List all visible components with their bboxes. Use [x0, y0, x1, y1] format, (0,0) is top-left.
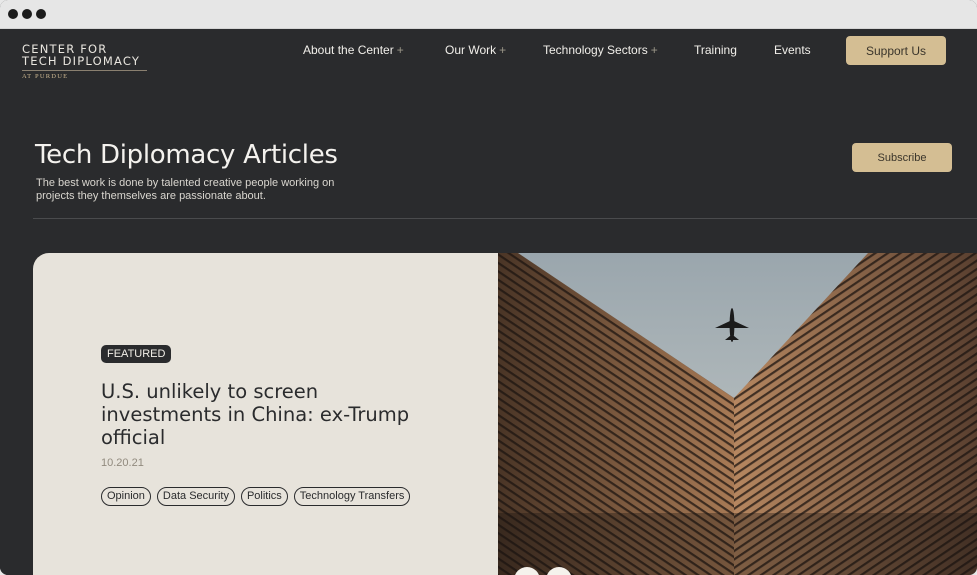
nav-item-training[interactable]: Training	[694, 43, 737, 57]
window-minimize-dot[interactable]	[22, 9, 32, 19]
featured-image	[498, 253, 977, 575]
support-us-button[interactable]: Support Us	[846, 36, 946, 65]
tag-opinion[interactable]: Opinion	[101, 487, 151, 506]
tag-data-security[interactable]: Data Security	[156, 487, 235, 506]
plus-icon: +	[499, 43, 507, 57]
plus-icon: +	[396, 43, 404, 57]
section-divider	[33, 218, 977, 219]
nav-item-our-work[interactable]: Our Work +	[445, 43, 506, 57]
nav-item-technology-sectors[interactable]: Technology Sectors +	[543, 43, 658, 57]
featured-headline[interactable]: U.S. unlikely to screen investments in C…	[101, 380, 441, 449]
tag-politics[interactable]: Politics	[240, 487, 288, 506]
nav-item-label: Events	[774, 43, 811, 57]
nav-item-label: Technology Sectors	[543, 43, 648, 57]
logo-rule	[22, 70, 147, 71]
logo-line-3: AT PURDUE	[22, 73, 69, 80]
window-titlebar	[0, 0, 977, 29]
window-close-dot[interactable]	[8, 9, 18, 19]
tag-technology-transfers[interactable]: Technology Transfers	[293, 487, 411, 506]
plus-icon: +	[650, 43, 658, 57]
tag-list: Opinion Data Security Politics Technolog…	[101, 487, 411, 506]
nav-item-label: Training	[694, 43, 737, 57]
page: CENTER FOR TECH DIPLOMACY AT PURDUE Abou…	[0, 29, 977, 575]
nav-item-about[interactable]: About the Center +	[303, 43, 404, 57]
featured-badge: FEATURED	[101, 345, 172, 363]
nav-item-label: About the Center	[303, 43, 394, 57]
nav-item-label: Our Work	[445, 43, 497, 57]
window-maximize-dot[interactable]	[36, 9, 46, 19]
subscribe-button[interactable]: Subscribe	[852, 143, 952, 172]
featured-article-card[interactable]: FEATURED U.S. unlikely to screen investm…	[33, 253, 977, 575]
featured-date: 10.20.21	[101, 457, 144, 469]
logo-line-2: TECH DIPLOMACY	[22, 54, 141, 68]
browser-window: CENTER FOR TECH DIPLOMACY AT PURDUE Abou…	[0, 0, 977, 575]
site-logo[interactable]: CENTER FOR TECH DIPLOMACY AT PURDUE	[22, 43, 147, 80]
page-title: Tech Diplomacy Articles	[35, 140, 338, 170]
page-subtitle: The best work is done by talented creati…	[36, 177, 335, 202]
nav-item-events[interactable]: Events	[774, 43, 811, 57]
